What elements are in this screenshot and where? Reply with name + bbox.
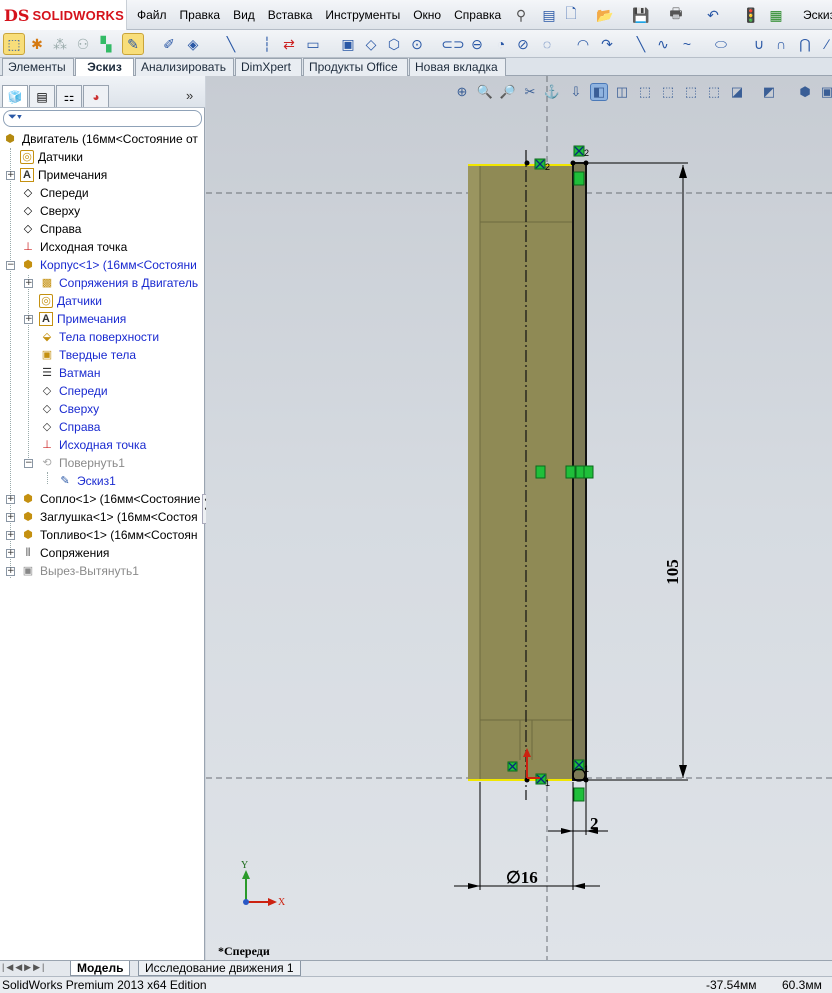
- status-edition: SolidWorks Premium 2013 x64 Edition: [2, 978, 207, 992]
- triad-y-label: Y: [241, 860, 248, 871]
- tab-motion-study[interactable]: Исследование движения 1: [138, 961, 301, 976]
- dim-2-label: 2: [590, 814, 599, 833]
- dim-diameter-label: ∅16: [506, 868, 538, 887]
- view-name-label: *Спереди: [218, 944, 270, 958]
- body-highlight: [468, 165, 480, 780]
- dim-105-label: 105: [663, 559, 682, 585]
- point-label: 2: [584, 148, 589, 158]
- point-label: 1: [584, 764, 589, 774]
- point-label: 2: [545, 162, 550, 172]
- status-x-coordinate: -37.54мм: [706, 978, 757, 992]
- status-bar: SolidWorks Premium 2013 x64 Edition -37.…: [0, 976, 832, 993]
- bottom-tabs: |◀◀▶▶| Модель Исследование движения 1: [0, 960, 832, 976]
- tab-scroll-arrows-icon[interactable]: |◀◀▶▶|: [2, 962, 46, 973]
- reference-triad: Y X: [241, 860, 286, 908]
- part-body: [468, 165, 573, 780]
- status-y-coordinate: 60.3мм: [782, 978, 822, 992]
- tab-model[interactable]: Модель: [70, 961, 131, 976]
- point-label: 1: [545, 778, 550, 788]
- sketch-canvas: 105 2 ∅16 2 2 1 1 Y X *Спереди: [206, 76, 832, 960]
- triad-x-label: X: [278, 897, 286, 908]
